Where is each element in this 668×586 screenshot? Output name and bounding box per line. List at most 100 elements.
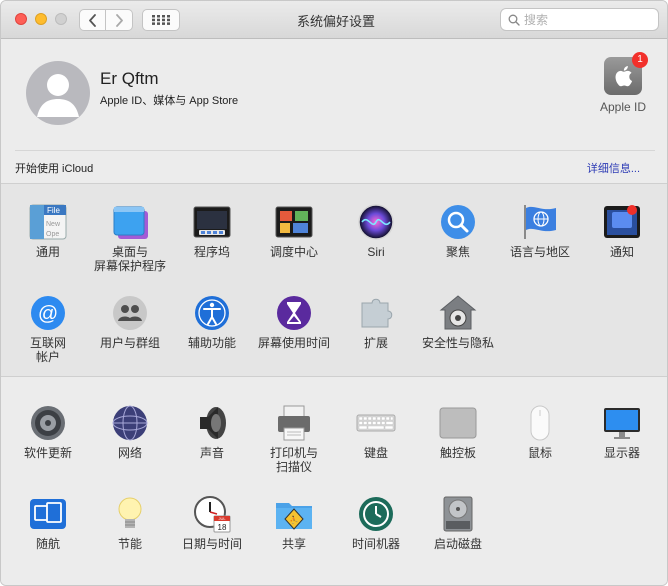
general-icon: File New Ope [29,204,67,240]
pane-internet-accounts[interactable]: @ 互联网 帐户 [7,293,89,364]
desktop-screensaver-icon [113,206,148,239]
search-icon [508,14,520,26]
pane-label: 声音 [199,446,224,460]
pane-label: 打印机与 扫描仪 [269,446,318,474]
pane-label: 安全性与隐私 [421,336,494,350]
pane-time-machine[interactable]: 时间机器 [335,494,417,551]
svg-text:⛹: ⛹ [290,515,299,524]
pane-desktop-screensaver[interactable]: 桌面与 屏幕保护程序 [89,202,171,273]
user-silhouette-icon [37,74,79,117]
pane-security-privacy[interactable]: 安全性与隐私 [417,293,499,350]
network-icon [112,405,148,441]
close-window-button[interactable] [15,13,27,25]
pane-label: 语言与地区 [509,245,570,259]
pane-software-update[interactable]: 软件更新 [7,403,89,460]
pane-label: 随航 [35,537,60,551]
pane-mission-control[interactable]: 调度中心 [253,202,335,259]
printers-scanners-icon [278,405,310,441]
pane-label: 辅助功能 [187,336,236,350]
displays-icon [604,408,640,439]
icloud-prompt: 开始使用 iCloud [15,163,94,175]
calendar-month: JUL [218,516,226,521]
pane-extensions[interactable]: 扩展 [335,293,417,350]
time-machine-icon [359,497,393,531]
pane-label: 启动磁盘 [433,537,482,551]
pane-network[interactable]: 网络 [89,403,171,460]
pane-dock[interactable]: 程序坞 [171,202,253,259]
pane-label: 互联网 帐户 [29,336,66,364]
pane-label: 扩展 [363,336,388,350]
extensions-icon [361,298,393,328]
pane-notifications[interactable]: 通知 [581,202,663,259]
pane-label: 键盘 [363,446,388,460]
minimize-window-button[interactable] [35,13,47,25]
pane-date-time[interactable]: JUL 18 日期与时间 [171,494,253,551]
pane-accessibility[interactable]: 辅助功能 [171,293,253,350]
back-button[interactable] [79,9,106,31]
pane-label: 软件更新 [23,446,72,460]
notification-badge: 1 [632,52,648,68]
apple-logo-icon [615,66,633,87]
mouse-icon [530,405,550,441]
pane-trackpad[interactable]: 触控板 [417,403,499,460]
personal-prefs-section: File New Ope 通用 桌面与 屏幕保护程序 程序坞 调度中心 Siri… [1,183,667,377]
pane-siri[interactable]: Siri [335,202,417,259]
internet-accounts-icon: @ [31,296,65,330]
startup-disk-icon [443,496,473,532]
pane-label: 桌面与 屏幕保护程序 [93,245,166,273]
apple-id-pane[interactable]: 1 Apple ID [596,52,650,114]
pane-label: 共享 [281,537,306,551]
zoom-window-button[interactable] [55,13,67,25]
sidecar-icon [30,499,66,529]
avatar[interactable] [26,61,90,125]
pane-displays[interactable]: 显示器 [581,403,663,460]
hardware-prefs-section: 软件更新 网络 声音 打印机与 扫描仪 键盘 触控板 鼠标 显示器 随航 节能 … [1,378,667,585]
pane-label: 节能 [117,537,142,551]
date-time-icon: JUL 18 [194,496,231,533]
pane-label: 通用 [35,245,60,259]
pane-keyboard[interactable]: 键盘 [335,403,417,460]
pane-printers-scanners[interactable]: 打印机与 扫描仪 [253,403,335,474]
pane-label: 网络 [117,446,142,460]
pane-language-region[interactable]: 语言与地区 [499,202,581,259]
search-field[interactable] [500,8,659,31]
details-link[interactable]: 详细信息... [587,160,640,176]
sound-icon [200,407,226,439]
pane-users-groups[interactable]: 用户与群组 [89,293,171,350]
pane-startup-disk[interactable]: 启动磁盘 [417,494,499,551]
pane-label: 聚焦 [445,245,470,259]
title-bar: 系统偏好设置 [1,1,667,39]
pane-label: 调度中心 [269,245,318,259]
show-all-button[interactable] [142,9,180,31]
pane-sound[interactable]: 声音 [171,403,253,460]
notifications-icon [604,205,640,238]
account-subtitle: Apple ID、媒体与 App Store [100,95,239,107]
pane-screen-time[interactable]: 屏幕使用时间 [253,293,335,350]
trackpad-icon [439,407,477,439]
pane-label: 鼠标 [527,446,552,460]
mission-control-icon [275,206,313,238]
svg-text:File: File [47,206,60,215]
forward-button[interactable] [106,9,133,31]
pane-energy-saver[interactable]: 节能 [89,494,171,551]
pane-sidecar[interactable]: 随航 [7,494,89,551]
user-name: Er Qftm [100,69,159,88]
pane-label: 显示器 [603,446,640,460]
system-preferences-window: 系统偏好设置 Er Qftm Apple ID、媒体与 App Store 1 … [0,0,668,586]
window-title: 系统偏好设置 [296,14,375,29]
spotlight-icon [441,205,475,239]
pane-spotlight[interactable]: 聚焦 [417,202,499,259]
accessibility-icon [195,296,229,330]
pane-label: 程序坞 [193,245,230,259]
pane-label: 触控板 [439,446,476,460]
keyboard-icon [356,414,396,432]
pane-sharing[interactable]: ⛹ 共享 [253,494,335,551]
pane-mouse[interactable]: 鼠标 [499,403,581,460]
users-groups-icon [113,296,147,330]
search-input[interactable] [524,11,654,28]
software-update-icon [31,406,65,440]
siri-icon [358,204,394,240]
pane-label: 屏幕使用时间 [257,336,330,350]
language-region-icon [524,205,556,239]
pane-general[interactable]: File New Ope 通用 [7,202,89,259]
